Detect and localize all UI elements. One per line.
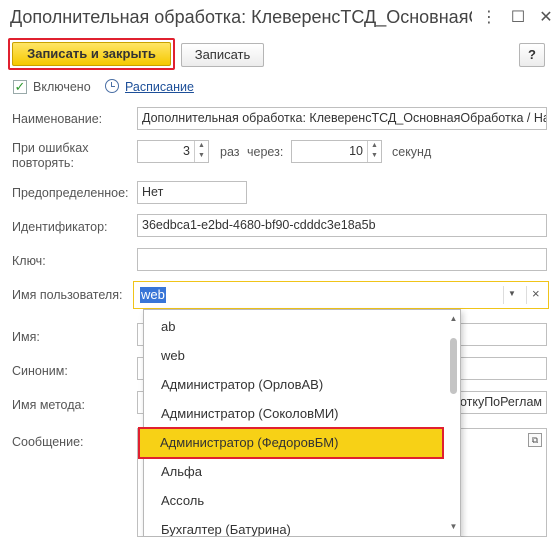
identifier-field[interactable]: 36edbca1-e2bd-4680-bf90-cdddc3e18a5b <box>137 214 547 237</box>
username-dropdown-list[interactable]: ab web Администратор (ОрловАВ) Администр… <box>138 309 461 537</box>
window-title: Дополнительная обработка: КлеверенсТСД_О… <box>10 7 472 27</box>
retry-times-label: раз <box>220 145 240 159</box>
save-button[interactable]: Записать <box>181 43 264 67</box>
open-editor-icon[interactable]: ⧉ <box>528 433 542 447</box>
scroll-up-icon[interactable]: ▲ <box>447 314 460 323</box>
retry-count-stepper[interactable]: 3 ▲ ▼ <box>137 140 209 163</box>
name-field[interactable]: Дополнительная обработка: КлеверенсТСД_О… <box>137 107 547 130</box>
scroll-down-icon[interactable]: ▼ <box>447 522 460 531</box>
save-and-close-button[interactable]: Записать и закрыть <box>8 38 175 70</box>
stepper-arrows-icon[interactable]: ▲ ▼ <box>367 141 381 162</box>
dropdown-item-selected[interactable]: Администратор (ФедоровБМ) <box>138 427 444 459</box>
identifier-label: Идентификатор: <box>12 220 108 234</box>
synonym-label: Синоним: <box>12 364 68 378</box>
username-combobox[interactable]: web ▼ × <box>133 281 549 309</box>
predefined-label: Предопределенное: <box>12 186 129 200</box>
combo-divider <box>526 286 527 304</box>
dropdown-item[interactable]: Ассоль <box>145 486 445 515</box>
close-icon[interactable]: ✕ <box>537 9 555 27</box>
name-label: Наименование: <box>12 112 103 126</box>
dropdown-scrollbar[interactable]: ▲ ▼ <box>447 310 460 536</box>
key-label: Ключ: <box>12 254 46 268</box>
retry-count-value: 3 <box>183 144 190 158</box>
combo-divider <box>503 286 504 304</box>
stepper-arrows-icon[interactable]: ▲ ▼ <box>194 141 208 162</box>
scrollbar-thumb[interactable] <box>450 338 457 394</box>
chevron-down-icon[interactable]: ▼ <box>508 289 516 298</box>
retry-seconds-value: 10 <box>349 144 363 158</box>
method-label: Имя метода: <box>12 398 85 412</box>
schedule-link[interactable]: Расписание <box>125 80 194 94</box>
clear-icon[interactable]: × <box>532 286 540 301</box>
dropdown-item[interactable]: Бухгалтер (Батурина) <box>145 515 445 536</box>
message-label: Сообщение: <box>12 435 84 449</box>
username-input-value[interactable]: web <box>140 287 166 303</box>
save-and-close-label: Записать и закрыть <box>12 42 171 66</box>
retry-label-1: При ошибках <box>12 141 89 155</box>
dropdown-item[interactable]: web <box>145 341 445 370</box>
dropdown-item[interactable]: Альфа <box>145 457 445 486</box>
retry-label-2: повторять: <box>12 156 74 170</box>
retry-seconds-stepper[interactable]: 10 ▲ ▼ <box>291 140 382 163</box>
clock-icon <box>105 79 119 93</box>
restore-icon[interactable]: ☐ <box>509 9 527 27</box>
username-label: Имя пользователя: <box>12 288 123 302</box>
predefined-field: Нет <box>137 181 247 204</box>
name2-label: Имя: <box>12 330 40 344</box>
dropdown-item[interactable]: ab <box>145 312 445 341</box>
dropdown-item[interactable]: Администратор (ОрловАВ) <box>145 370 445 399</box>
more-icon[interactable]: ⋮ <box>480 9 498 27</box>
key-field[interactable] <box>137 248 547 271</box>
enabled-label: Включено <box>33 80 91 94</box>
enabled-checkbox[interactable]: ✓ <box>13 80 27 94</box>
retry-seconds-label: секунд <box>392 145 432 159</box>
title-bar: Дополнительная обработка: КлеверенсТСД_О… <box>0 0 560 38</box>
help-button[interactable]: ? <box>519 43 545 67</box>
dropdown-item[interactable]: Администратор (СоколовМИ) <box>145 399 445 428</box>
retry-every-label: через: <box>247 145 284 159</box>
